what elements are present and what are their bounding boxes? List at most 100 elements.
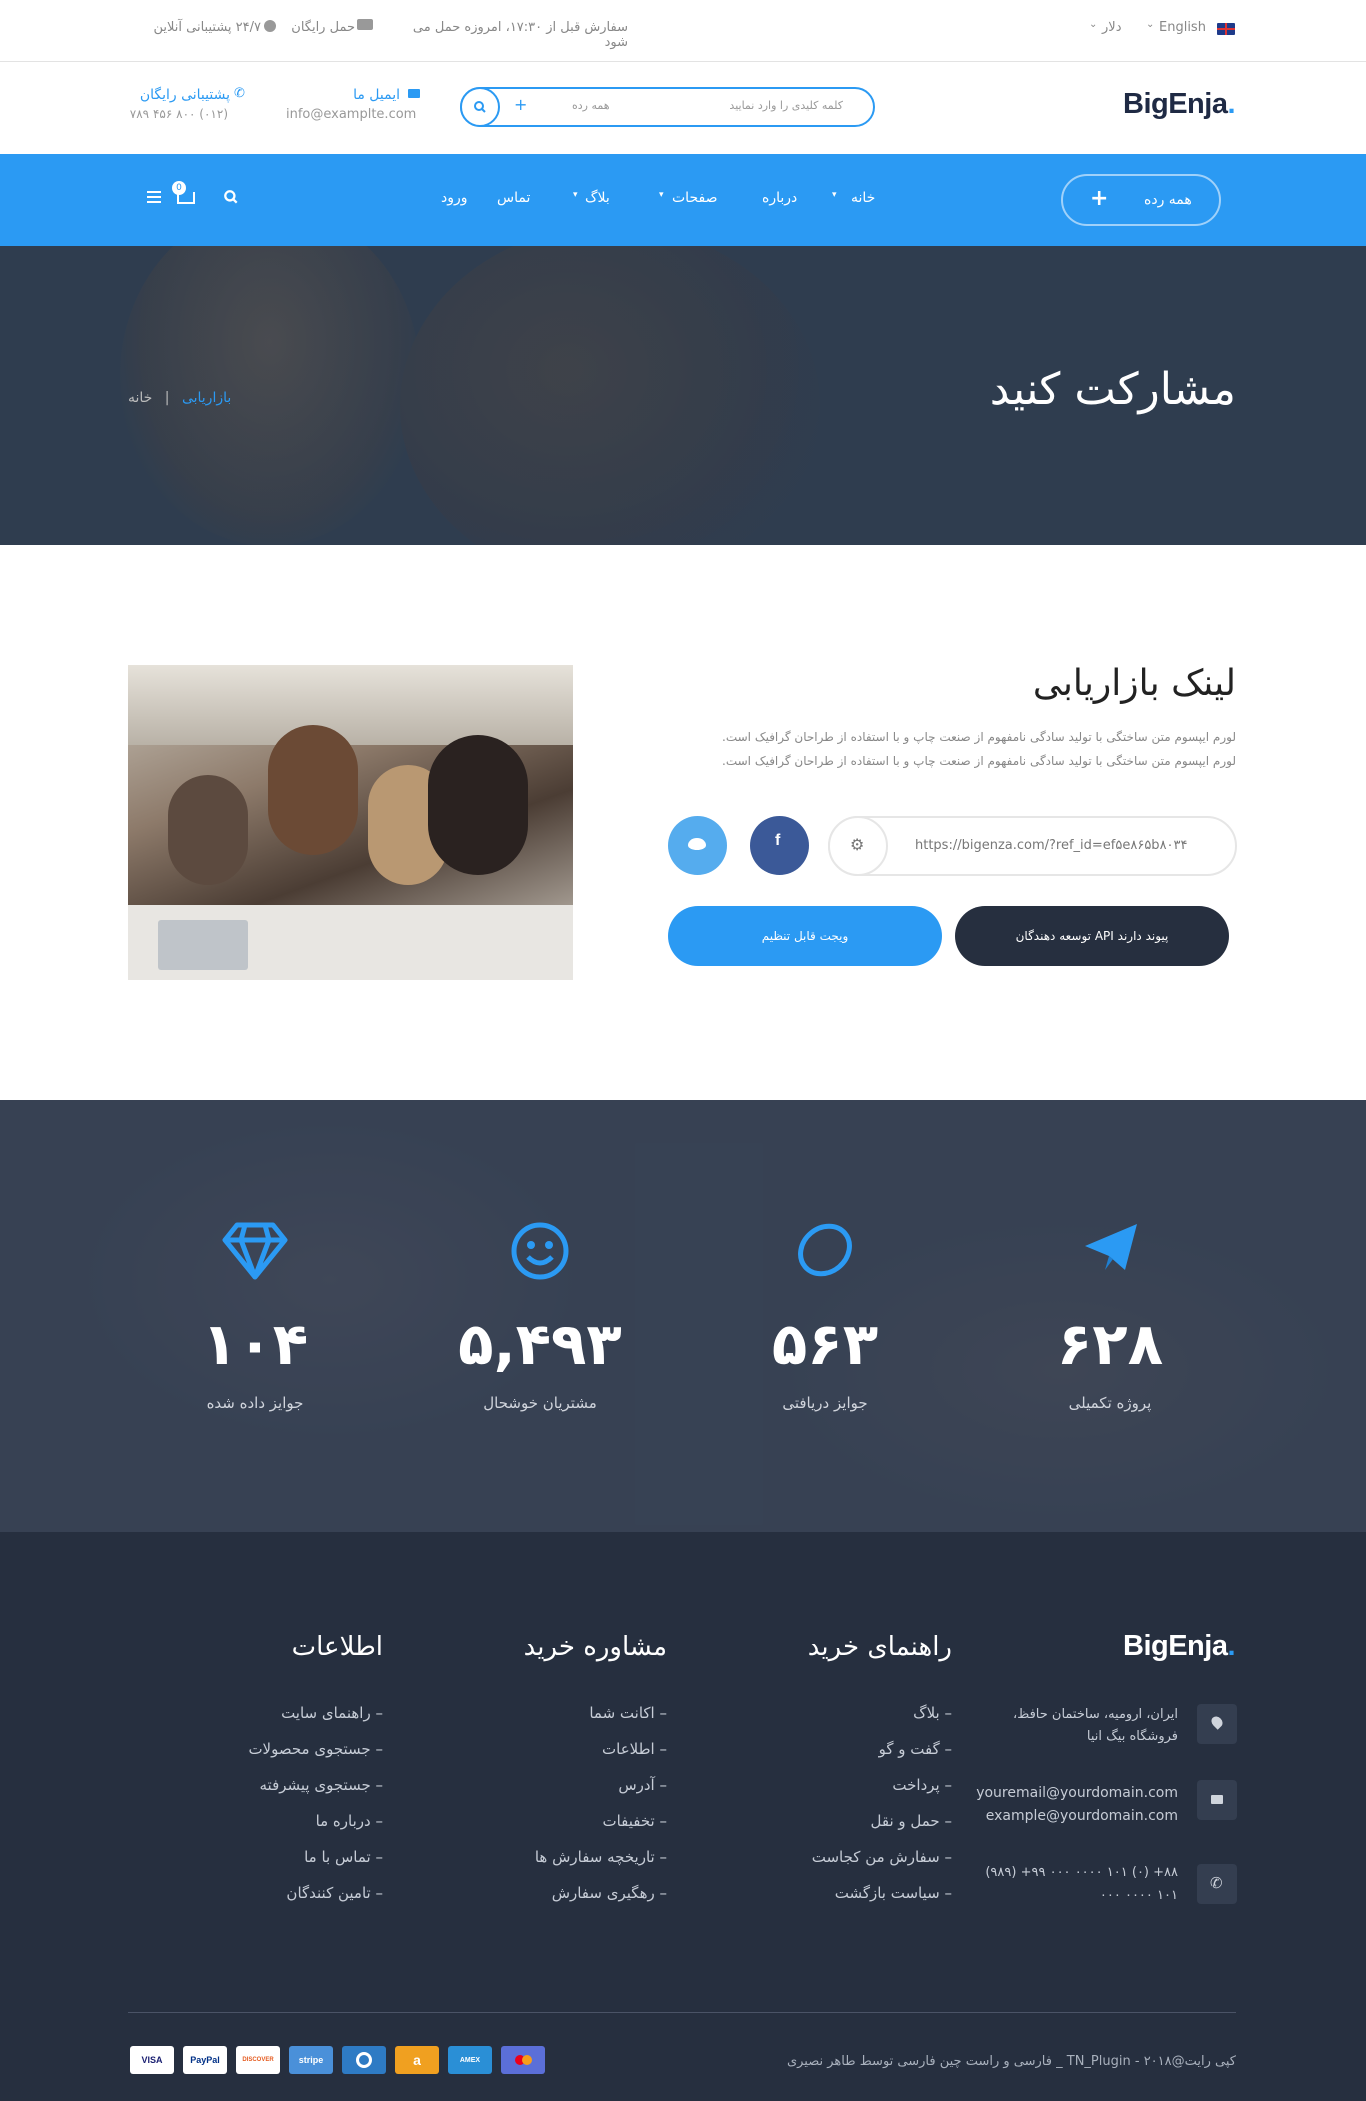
search-icon[interactable] (223, 189, 239, 205)
caret-down-icon: ▾ (573, 190, 578, 200)
logo[interactable]: BigEnja. (1123, 88, 1236, 121)
description-line: لورم ایپسوم متن ساختگی با تولید سادگی نا… (722, 730, 1236, 744)
support-phone[interactable]: (۰۱۲) ۸۰۰ ۴۵۶ ۷۸۹ (128, 107, 228, 121)
main-nav: همه رده + ▾ خانه درباره ▾ صفحات ▾ بلاگ ت… (0, 154, 1366, 246)
footer-link[interactable]: – حمل و نقل (752, 1812, 953, 1848)
footer-link[interactable]: – اطلاعات (467, 1740, 667, 1776)
breadcrumb-current: بازاریابی (181, 390, 232, 406)
visa-icon: VISA (130, 2046, 174, 2074)
diners-club-icon (342, 2046, 386, 2074)
nav-item-about[interactable]: درباره (762, 190, 797, 206)
footer-link[interactable]: – بلاگ (752, 1704, 952, 1740)
footer-link[interactable]: – تخفیفات (467, 1812, 667, 1848)
stat-label: جوایز دریافتی (782, 1394, 868, 1412)
referral-link-field[interactable]: https://bigenza.com/?ref_id=ef۵e۸۶۵b۸۰۳۴… (828, 816, 1237, 876)
nav-item-blog[interactable]: بلاگ (585, 190, 610, 206)
cart-count-badge: 0 (172, 181, 186, 195)
mastercard-icon (501, 2046, 545, 2074)
footer-link[interactable]: – راهنمای سایت (183, 1704, 383, 1740)
description-line: لورم ایپسوم متن ساختگی با تولید سادگی نا… (722, 754, 1236, 768)
footer-divider (128, 2012, 1236, 2013)
facebook-share-button[interactable]: f (750, 816, 809, 875)
footer-link[interactable]: – جستجوی محصولات (183, 1740, 383, 1776)
footer-email[interactable]: example@yourdomain.com (960, 1808, 1178, 1824)
footer-link[interactable]: – تماس با ما (183, 1848, 383, 1884)
footer-link[interactable]: – رهگیری سفارش (467, 1884, 667, 1920)
footer-link[interactable]: – گفت و گو (752, 1740, 952, 1776)
caret-down-icon: ▾ (832, 190, 837, 200)
widget-button[interactable]: ویجت قابل تنظیم (668, 906, 942, 966)
twitter-icon (688, 838, 706, 850)
footer-col-title: مشاوره خرید (523, 1632, 667, 1662)
search-icon (474, 101, 486, 113)
caret-down-icon: ▾ (659, 190, 664, 200)
footer-link[interactable]: – درباره ما (183, 1812, 383, 1848)
order-note: سفارش قبل از ۱۷:۳۰، امروزه حمل می شود (412, 20, 628, 50)
header: BigEnja. کلمه کلیدی را وارد نمایید همه ر… (0, 62, 1366, 154)
cart-button[interactable]: 0 (172, 181, 197, 206)
footer-logo[interactable]: BigEnja. (1123, 1630, 1236, 1663)
nav-item-contact[interactable]: تماس (497, 190, 530, 206)
stat-value: ۵,۴۹۳ (458, 1310, 622, 1378)
facebook-icon: f (775, 832, 781, 849)
support-online: ۲۴/۷ پشتیبانی آنلاین (153, 20, 262, 35)
truck-icon (357, 19, 373, 30)
search-bar: کلمه کلیدی را وارد نمایید همه رده + (460, 87, 875, 127)
phone-icon: ✆ (1197, 1864, 1237, 1904)
footer-email[interactable]: youremail@yourdomain.com (960, 1785, 1178, 1801)
footer-links-consult: – اکانت شما – اطلاعات – آدرس – تخفیفات –… (467, 1704, 667, 1920)
footer-link[interactable]: – تامین کنندگان (183, 1884, 383, 1920)
footer-link[interactable]: – سفارش من کجاست (752, 1848, 952, 1884)
settings-button[interactable]: ⚙ (828, 816, 888, 876)
all-categories-button[interactable]: همه رده + (1061, 174, 1221, 226)
page-title: مشارکت کنید (989, 364, 1236, 415)
currency-select[interactable]: دلار (1102, 20, 1121, 35)
stripe-icon: stripe (289, 2046, 333, 2074)
stat-value: ۵۶۳ (771, 1310, 879, 1378)
nav-item-pages[interactable]: صفحات (672, 190, 717, 206)
envelope-icon (1197, 1780, 1237, 1820)
footer-address: ایران، ارومیه، ساختمان حافظ، فروشگاه بیگ… (1013, 1707, 1178, 1744)
smile-icon (511, 1222, 569, 1280)
plus-icon[interactable]: + (514, 95, 527, 114)
chevron-down-icon: ⌄ (1089, 19, 1098, 30)
category-button-label: همه رده (1144, 192, 1192, 208)
footer-link[interactable]: – سیاست بازگشت (752, 1884, 952, 1920)
uk-flag-icon (1217, 23, 1235, 35)
footer-link[interactable]: – اکانت شما (467, 1704, 667, 1740)
paypal-icon: PayPal (183, 2046, 227, 2074)
free-shipping: حمل رایگان (291, 20, 355, 35)
search-category[interactable]: همه رده (572, 99, 610, 112)
api-links-button[interactable]: توسعه دهندگان API پیوند دارند (955, 906, 1229, 966)
footer-link[interactable]: – پرداخت (752, 1776, 952, 1812)
breadcrumb-home[interactable]: خانه (128, 390, 152, 406)
twitter-share-button[interactable] (668, 816, 727, 875)
footer-phone[interactable]: ۱۰۱ ۰۰۰۰ ۰۰۰ (960, 1888, 1178, 1903)
footer-link[interactable]: – جستجوی پیشرفته (183, 1776, 384, 1812)
referral-link-value[interactable]: https://bigenza.com/?ref_id=ef۵e۸۶۵b۸۰۳۴ (915, 838, 1188, 853)
page-hero: مشارکت کنید بازاریابی | خانه (0, 246, 1366, 545)
footer-col-title: راهنمای خرید (807, 1632, 952, 1662)
nav-item-login[interactable]: ورود (441, 190, 468, 206)
envelope-icon (408, 89, 420, 98)
email-label: ایمیل ما (353, 87, 400, 103)
stat-value: ۱۰۴ (201, 1310, 309, 1378)
team-photo (128, 665, 573, 980)
stat-value: ۶۲۸ (1056, 1310, 1164, 1378)
menu-icon[interactable] (147, 191, 161, 203)
search-button[interactable] (460, 87, 500, 127)
payment-methods: VISA PayPal DISCOVER stripe a AMEX (130, 2046, 545, 2074)
lemon-icon (798, 1223, 852, 1277)
language-select[interactable]: English (1159, 20, 1206, 35)
map-pin-icon (1197, 1704, 1237, 1744)
diamond-icon (222, 1222, 288, 1280)
footer-link[interactable]: – آدرس (467, 1776, 667, 1812)
nav-item-home[interactable]: خانه (851, 190, 875, 206)
footer-link[interactable]: – تاریخچه سفارش ها (467, 1848, 667, 1884)
stat-label: جوایز داده شده (206, 1394, 304, 1412)
breadcrumb: بازاریابی | خانه (128, 390, 231, 406)
search-input[interactable]: کلمه کلیدی را وارد نمایید (693, 99, 843, 112)
footer-phone[interactable]: ۸۸+ (۰) ۱۰۱ ۰۰۰۰ ۰۰۰ ۹۹+ (۹۸۹) (960, 1865, 1178, 1880)
amazon-pay-icon: a (395, 2046, 439, 2074)
email-value[interactable]: info@examplte.com (286, 107, 416, 122)
